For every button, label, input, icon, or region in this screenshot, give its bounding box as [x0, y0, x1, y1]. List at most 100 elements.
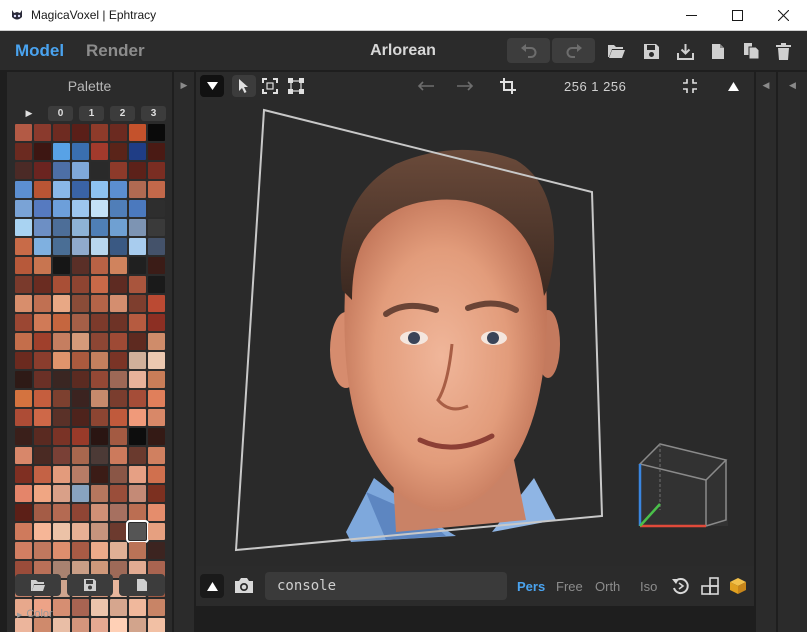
palette-swatch[interactable]	[53, 523, 70, 540]
palette-swatch[interactable]	[148, 599, 165, 616]
palette-swatch[interactable]	[110, 352, 127, 369]
palette-swatch[interactable]	[148, 409, 165, 426]
palette-swatch[interactable]	[148, 504, 165, 521]
reset-view-button[interactable]	[672, 577, 690, 600]
palette-swatch[interactable]	[53, 162, 70, 179]
palette-swatch[interactable]	[129, 542, 146, 559]
palette-swatch[interactable]	[15, 257, 32, 274]
palette-swatch[interactable]	[53, 447, 70, 464]
palette-swatch[interactable]	[34, 238, 51, 255]
palette-swatch[interactable]	[91, 124, 108, 141]
palette-swatch[interactable]	[129, 295, 146, 312]
palette-swatch[interactable]	[72, 314, 89, 331]
palette-swatch[interactable]	[110, 504, 127, 521]
palette-swatch[interactable]	[34, 485, 51, 502]
palette-swatch[interactable]	[148, 333, 165, 350]
palette-swatch[interactable]	[15, 504, 32, 521]
palette-swatch[interactable]	[15, 295, 32, 312]
palette-swatch[interactable]	[15, 352, 32, 369]
maximize-button[interactable]	[714, 0, 760, 31]
palette-swatch[interactable]	[72, 599, 89, 616]
palette-swatch[interactable]	[72, 257, 89, 274]
palette-swatch[interactable]	[91, 162, 108, 179]
palette-swatch[interactable]	[91, 542, 108, 559]
palette-swatch[interactable]	[34, 542, 51, 559]
viewport-3d[interactable]	[196, 100, 754, 566]
new-button[interactable]	[708, 41, 728, 61]
palette-swatch[interactable]	[72, 542, 89, 559]
palette-swatch[interactable]	[72, 618, 89, 632]
palette-swatch[interactable]	[53, 504, 70, 521]
select-tool-button[interactable]	[232, 75, 256, 97]
palette-swatch[interactable]	[110, 162, 127, 179]
close-button[interactable]	[760, 0, 806, 31]
palette-swatch[interactable]	[110, 428, 127, 445]
palette-swatch[interactable]	[110, 295, 127, 312]
palette-swatch[interactable]	[91, 238, 108, 255]
orientation-gizmo[interactable]	[638, 443, 728, 528]
palette-swatch[interactable]	[129, 143, 146, 160]
palette-swatch[interactable]	[72, 181, 89, 198]
palette-swatch[interactable]	[53, 219, 70, 236]
palette-swatch[interactable]	[72, 371, 89, 388]
palette-swatch[interactable]	[34, 162, 51, 179]
palette-swatch[interactable]	[110, 485, 127, 502]
palette-swatch[interactable]	[53, 181, 70, 198]
palette-swatch[interactable]	[148, 447, 165, 464]
palette-swatch[interactable]	[91, 276, 108, 293]
palette-tab-3[interactable]: 3	[141, 106, 166, 121]
palette-swatch[interactable]	[148, 124, 165, 141]
palette-swatch[interactable]	[91, 143, 108, 160]
left-collapse-strip[interactable]: ▶	[174, 72, 194, 632]
palette-swatch[interactable]	[72, 276, 89, 293]
palette-swatch[interactable]	[72, 523, 89, 540]
palette-swatch[interactable]	[72, 200, 89, 217]
palette-swatch[interactable]	[129, 390, 146, 407]
palette-tab-2[interactable]: 2	[110, 106, 135, 121]
palette-swatch[interactable]	[110, 314, 127, 331]
palette-swatch[interactable]	[53, 200, 70, 217]
palette-swatch[interactable]	[53, 124, 70, 141]
palette-swatch[interactable]	[110, 599, 127, 616]
palette-swatch[interactable]	[110, 371, 127, 388]
palette-swatch[interactable]	[15, 181, 32, 198]
palette-swatch[interactable]	[53, 618, 70, 632]
export-button[interactable]	[675, 41, 695, 61]
palette-swatch[interactable]	[15, 466, 32, 483]
palette-swatch[interactable]	[15, 428, 32, 445]
palette-swatch[interactable]	[34, 618, 51, 632]
palette-swatch[interactable]	[15, 276, 32, 293]
palette-swatch[interactable]	[34, 409, 51, 426]
palette-swatch[interactable]	[148, 542, 165, 559]
palette-swatch[interactable]	[91, 447, 108, 464]
palette-swatch[interactable]	[72, 466, 89, 483]
palette-swatch[interactable]	[110, 124, 127, 141]
undo-selection-button[interactable]	[414, 75, 438, 97]
palette-swatch[interactable]	[34, 314, 51, 331]
palette-swatch[interactable]	[129, 371, 146, 388]
palette-swatch[interactable]	[34, 124, 51, 141]
palette-swatch[interactable]	[53, 409, 70, 426]
palette-swatch[interactable]	[110, 276, 127, 293]
palette-swatch[interactable]	[15, 200, 32, 217]
palette-swatch[interactable]	[148, 181, 165, 198]
palette-swatch[interactable]	[72, 219, 89, 236]
palette-swatch[interactable]	[110, 238, 127, 255]
palette-swatch[interactable]	[110, 542, 127, 559]
palette-swatch[interactable]	[91, 409, 108, 426]
tab-model[interactable]: Model	[15, 41, 64, 61]
palette-swatch[interactable]	[15, 124, 32, 141]
palette-swatch[interactable]	[148, 523, 165, 540]
palette-swatch[interactable]	[91, 314, 108, 331]
palette-swatch[interactable]	[72, 295, 89, 312]
palette-swatch[interactable]	[34, 295, 51, 312]
projection-free[interactable]: Free	[556, 579, 583, 594]
palette-swatch[interactable]	[72, 485, 89, 502]
palette-swatch[interactable]	[110, 181, 127, 198]
palette-swatch[interactable]	[91, 466, 108, 483]
palette-swatch[interactable]	[53, 333, 70, 350]
palette-swatch[interactable]	[91, 257, 108, 274]
palette-swatch[interactable]	[72, 352, 89, 369]
palette-swatch[interactable]	[34, 371, 51, 388]
palette-swatch[interactable]	[148, 276, 165, 293]
